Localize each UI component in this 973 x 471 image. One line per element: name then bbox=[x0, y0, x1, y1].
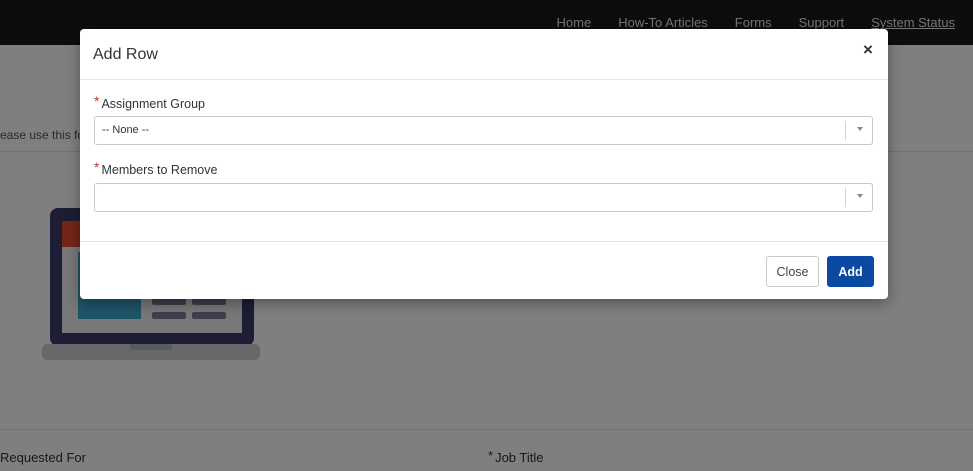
select-divider bbox=[845, 121, 846, 140]
assignment-group-select[interactable]: -- None -- bbox=[94, 116, 873, 145]
members-to-remove-select[interactable] bbox=[94, 183, 873, 212]
add-row-dialog: Add Row × * Assignment Group -- None -- *… bbox=[80, 29, 888, 299]
assignment-group-value: -- None -- bbox=[102, 124, 150, 136]
assignment-group-label: * Assignment Group bbox=[94, 93, 205, 111]
dialog-footer: Close Add bbox=[80, 241, 888, 300]
close-icon[interactable]: × bbox=[860, 41, 876, 58]
dialog-title: Add Row bbox=[93, 46, 158, 63]
add-button[interactable]: Add bbox=[827, 256, 874, 287]
required-marker: * bbox=[94, 159, 100, 175]
select-divider bbox=[845, 188, 846, 207]
required-marker: * bbox=[94, 93, 100, 109]
members-to-remove-label-text: Members to Remove bbox=[101, 163, 218, 177]
assignment-group-label-text: Assignment Group bbox=[101, 97, 205, 111]
chevron-down-icon[interactable] bbox=[857, 194, 863, 198]
close-button[interactable]: Close bbox=[766, 256, 819, 287]
chevron-down-icon[interactable] bbox=[857, 127, 863, 131]
dialog-body: * Assignment Group -- None -- * Members to… bbox=[80, 80, 888, 241]
dialog-header: Add Row × bbox=[80, 29, 888, 80]
members-to-remove-label: * Members to Remove bbox=[94, 159, 218, 177]
